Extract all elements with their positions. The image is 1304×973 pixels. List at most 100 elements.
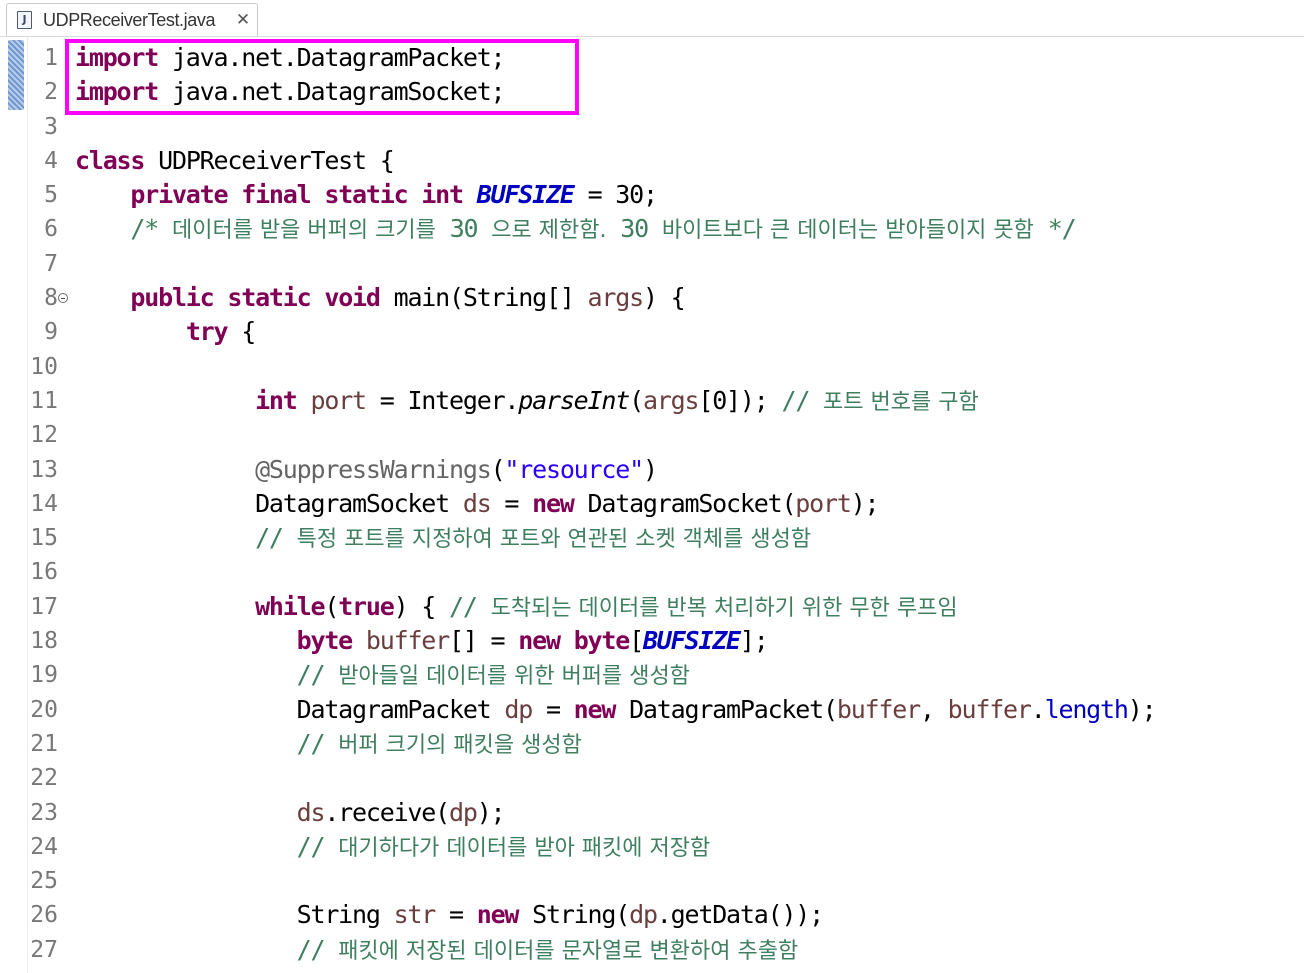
code-line[interactable]: 18 byte buffer[] = new byte[BUFSIZE];: [0, 624, 1304, 658]
editor-tab-udpreceivertest[interactable]: J UDPReceiverTest.java ✕: [6, 3, 258, 36]
code-line[interactable]: 1 import java.net.DatagramPacket;: [0, 41, 1304, 75]
line-number: 1: [44, 45, 58, 71]
code-line[interactable]: 13 @SuppressWarnings("resource"): [0, 453, 1304, 487]
code-text: @SuppressWarnings("resource"): [75, 453, 658, 487]
line-number: 17: [30, 593, 58, 620]
code-token: 받아들일 데이터를 위한 버퍼를 생성함: [338, 664, 691, 690]
code-text: ds.receive(dp);: [75, 796, 506, 830]
code-token: {: [227, 317, 256, 347]
code-token: try: [185, 317, 229, 347]
code-line[interactable]: 4 class UDPReceiverTest {: [0, 144, 1304, 178]
code-token: //: [296, 660, 339, 690]
code-editor[interactable]: 1 import java.net.DatagramPacket; 2 import …: [0, 37, 1304, 973]
code-token: ) {: [642, 283, 686, 313]
code-line[interactable]: 24 // 대기하다가 데이터를 받아 패킷에 저장함: [0, 830, 1304, 864]
code-token: DatagramPacket(: [615, 694, 838, 724]
code-token: (: [324, 591, 339, 621]
code-text: int port = Integer.parseInt(args[0]); //…: [75, 384, 979, 420]
code-line[interactable]: 20 DatagramPacket dp = new DatagramPacke…: [0, 693, 1304, 727]
code-line[interactable]: 21 // 버퍼 크기의 패킷을 생성함: [0, 727, 1304, 761]
code-token: //: [255, 523, 297, 553]
close-icon[interactable]: ✕: [232, 8, 254, 32]
code-line[interactable]: 5 private final static int BUFSIZE = 30;: [0, 178, 1304, 212]
code-text: private final static int BUFSIZE = 30;: [75, 178, 658, 212]
code-token: .: [1030, 694, 1046, 724]
code-token: 대기하다가 데이터를 받아 패킷에 저장함: [338, 835, 711, 861]
code-token: main(String[]: [379, 283, 588, 313]
code-line[interactable]: 26 String str = new String(dp.getData())…: [0, 898, 1304, 932]
fold-collapse-icon[interactable]: [58, 293, 68, 304]
code-token: java.net.DatagramPacket;: [158, 43, 506, 72]
code-line[interactable]: 7: [0, 247, 1304, 281]
code-token: new: [532, 488, 575, 518]
code-text: // 특정 포트를 지정하여 포트와 연관된 소켓 객체를 생성함: [75, 521, 811, 557]
code-token: 특정 포트를 지정하여 포트와 연관된 소켓 객체를 생성함: [296, 527, 812, 553]
code-token: true: [338, 591, 395, 621]
code-token: buffer: [836, 694, 921, 724]
code-token: );: [476, 797, 506, 827]
code-token: int: [421, 180, 464, 210]
code-token: */: [1033, 214, 1077, 244]
code-text: DatagramPacket dp = new DatagramPacket(b…: [75, 693, 1157, 727]
code-line[interactable]: 14 DatagramSocket ds = new DatagramSocke…: [0, 487, 1304, 521]
line-number: 5: [44, 182, 58, 209]
code-line[interactable]: 6 /* 데이터를 받을 버퍼의 크기를 30 으로 제한함. 30 바이트보다…: [0, 212, 1304, 246]
line-number: 4: [44, 147, 58, 174]
code-token: parseInt: [518, 385, 630, 415]
code-line[interactable]: 19 // 받아들일 데이터를 위한 버퍼를 생성함: [0, 658, 1304, 692]
code-token: (: [490, 454, 506, 484]
code-line[interactable]: 12: [0, 418, 1304, 452]
code-token: ds: [296, 797, 326, 827]
code-token: ,: [919, 694, 948, 724]
line-number: 15: [30, 525, 58, 552]
code-token: @SuppressWarnings: [255, 454, 492, 484]
code-token: byte: [296, 626, 354, 656]
code-token: .getData());: [656, 900, 824, 930]
line-number: 3: [44, 113, 58, 140]
code-token: ): [642, 454, 658, 484]
code-line[interactable]: 2 import java.net.DatagramSocket;: [0, 75, 1304, 109]
code-line[interactable]: 8 public static void main(String[] args)…: [0, 281, 1304, 315]
code-text: import java.net.DatagramPacket;: [75, 41, 506, 75]
code-token: ds: [462, 488, 492, 518]
code-token: str: [393, 900, 437, 930]
line-number: 11: [30, 387, 58, 414]
line-number: 6: [44, 216, 58, 243]
code-token: dp: [629, 900, 658, 930]
code-line[interactable]: 27 // 패킷에 저장된 데이터를 문자열로 변환하여 추출함: [0, 933, 1304, 967]
line-number: 22: [30, 765, 58, 792]
code-token: new: [518, 626, 561, 656]
code-token: =: [435, 900, 477, 930]
code-line[interactable]: 25: [0, 864, 1304, 898]
code-token: = Integer.: [365, 385, 520, 415]
code-line[interactable]: 16: [0, 555, 1304, 589]
line-number: 21: [30, 730, 58, 757]
code-token: new: [573, 694, 617, 724]
code-token: String: [75, 900, 394, 930]
code-text: // 버퍼 크기의 패킷을 생성함: [75, 727, 582, 763]
code-line[interactable]: 11 int port = Integer.parseInt(args[0]);…: [0, 384, 1304, 418]
code-line[interactable]: 3: [0, 110, 1304, 144]
code-token: );: [1127, 694, 1157, 724]
code-token: void: [324, 283, 381, 313]
code-line[interactable]: 10: [0, 350, 1304, 384]
line-number: 9: [44, 319, 58, 346]
code-token: DatagramSocket(: [573, 488, 797, 518]
code-token: //: [449, 591, 491, 621]
code-line[interactable]: 22: [0, 761, 1304, 795]
code-line[interactable]: 17 while(true) { // 도착되는 데이터를 반복 처리하기 위한…: [0, 590, 1304, 624]
code-text: DatagramSocket ds = new DatagramSocket(p…: [75, 487, 880, 521]
code-token: 데이터를 받을 버퍼의 크기를: [171, 218, 436, 244]
code-token: BUFSIZE: [476, 180, 575, 210]
code-token: );: [850, 488, 880, 518]
code-token: [] =: [449, 626, 519, 656]
code-line[interactable]: 9 try {: [0, 315, 1304, 349]
code-line[interactable]: 23 ds.receive(dp);: [0, 796, 1304, 830]
code-line[interactable]: 15 // 특정 포트를 지정하여 포트와 연관된 소켓 객체를 생성함: [0, 521, 1304, 555]
